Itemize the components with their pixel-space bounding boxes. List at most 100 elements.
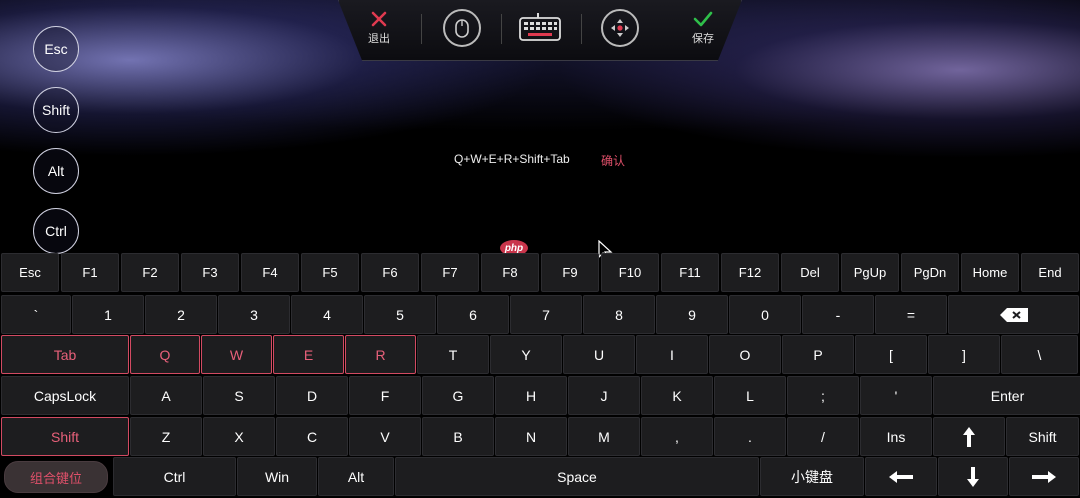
key-组合键位[interactable]: 组合键位	[4, 461, 108, 493]
key-l[interactable]: L	[714, 376, 786, 415]
key-win[interactable]: Win	[237, 457, 317, 496]
key-8[interactable]: 8	[583, 295, 655, 334]
key-f10[interactable]: F10	[601, 253, 659, 292]
key-f[interactable]: F	[349, 376, 421, 415]
exit-label: 退出	[368, 33, 390, 45]
key-3[interactable]: 3	[218, 295, 290, 334]
key-i[interactable]: I	[636, 335, 708, 374]
key-p[interactable]: P	[782, 335, 854, 374]
key-6[interactable]: 6	[437, 295, 509, 334]
key-capslock[interactable]: CapsLock	[1, 376, 129, 415]
key-v[interactable]: V	[349, 417, 421, 456]
key-space[interactable]: Space	[395, 457, 759, 496]
key-end[interactable]: End	[1021, 253, 1079, 292]
key-symbol[interactable]: \	[1001, 335, 1078, 374]
exit-button[interactable]: 退出	[357, 0, 401, 56]
divider	[421, 14, 422, 44]
backspace-key[interactable]	[948, 295, 1079, 334]
key-y[interactable]: Y	[490, 335, 562, 374]
key-j[interactable]: J	[568, 376, 640, 415]
key-pgdn[interactable]: PgDn	[901, 253, 959, 292]
key-x[interactable]: X	[203, 417, 275, 456]
key-f3[interactable]: F3	[181, 253, 239, 292]
key-f6[interactable]: F6	[361, 253, 419, 292]
key-m[interactable]: M	[568, 417, 640, 456]
side-key-alt[interactable]: Alt	[33, 148, 79, 194]
key-0[interactable]: 0	[729, 295, 801, 334]
key-f1[interactable]: F1	[61, 253, 119, 292]
key-u[interactable]: U	[563, 335, 635, 374]
key-symbol[interactable]: /	[787, 417, 859, 456]
key-shift[interactable]: Shift	[1006, 417, 1079, 456]
key-symbol[interactable]: '	[860, 376, 932, 415]
key-4[interactable]: 4	[291, 295, 363, 334]
key-c[interactable]: C	[276, 417, 348, 456]
key-n[interactable]: N	[495, 417, 567, 456]
mouse-icon	[443, 9, 481, 47]
key-symbol[interactable]: `	[1, 295, 71, 334]
top-toolbar: 退出 保存	[338, 0, 742, 61]
confirm-button[interactable]: 确认	[601, 152, 625, 169]
key-f11[interactable]: F11	[661, 253, 719, 292]
key-down-arrow[interactable]	[938, 457, 1008, 496]
key-shift[interactable]: Shift	[1, 417, 129, 456]
key-e[interactable]: E	[273, 335, 344, 374]
key-esc[interactable]: Esc	[1, 253, 59, 292]
key-f2[interactable]: F2	[121, 253, 179, 292]
key-a[interactable]: A	[130, 376, 202, 415]
key-1[interactable]: 1	[72, 295, 144, 334]
key-k[interactable]: K	[641, 376, 713, 415]
key-q[interactable]: Q	[130, 335, 200, 374]
checkmark-icon	[693, 11, 713, 27]
key-f7[interactable]: F7	[421, 253, 479, 292]
key-pgup[interactable]: PgUp	[841, 253, 899, 292]
key-right-arrow[interactable]	[1009, 457, 1079, 496]
key-s[interactable]: S	[203, 376, 275, 415]
key-t[interactable]: T	[417, 335, 489, 374]
key-symbol[interactable]: -	[802, 295, 874, 334]
key-enter[interactable]: Enter	[933, 376, 1080, 415]
key-d[interactable]: D	[276, 376, 348, 415]
key-ctrl[interactable]: Ctrl	[113, 457, 236, 496]
key-9[interactable]: 9	[656, 295, 728, 334]
key-symbol[interactable]: [	[855, 335, 927, 374]
direction-pad-button[interactable]	[597, 0, 643, 56]
key-w[interactable]: W	[201, 335, 272, 374]
key-g[interactable]: G	[422, 376, 494, 415]
key-小键盘[interactable]: 小键盘	[760, 457, 864, 496]
key-symbol[interactable]: ,	[641, 417, 713, 456]
backspace-icon	[999, 307, 1028, 322]
arrow-right-icon	[1032, 470, 1056, 483]
save-button[interactable]: 保存	[681, 0, 725, 56]
key-symbol[interactable]: ;	[787, 376, 859, 415]
key-r[interactable]: R	[345, 335, 416, 374]
key-alt[interactable]: Alt	[318, 457, 394, 496]
keyboard-mode-button[interactable]	[517, 0, 563, 56]
key-up-arrow[interactable]	[933, 417, 1005, 456]
key-f4[interactable]: F4	[241, 253, 299, 292]
key-symbol[interactable]: ]	[928, 335, 1000, 374]
key-f8[interactable]: F8	[481, 253, 539, 292]
key-f5[interactable]: F5	[301, 253, 359, 292]
side-key-ctrl[interactable]: Ctrl	[33, 208, 79, 254]
key-tab[interactable]: Tab	[1, 335, 129, 374]
side-key-shift[interactable]: Shift	[33, 87, 79, 133]
mouse-mode-button[interactable]	[439, 0, 485, 56]
side-key-esc[interactable]: Esc	[33, 26, 79, 72]
key-left-arrow[interactable]	[865, 457, 937, 496]
key-del[interactable]: Del	[781, 253, 839, 292]
arrow-up-icon	[963, 426, 975, 447]
key-f9[interactable]: F9	[541, 253, 599, 292]
key-7[interactable]: 7	[510, 295, 582, 334]
key-5[interactable]: 5	[364, 295, 436, 334]
key-h[interactable]: H	[495, 376, 567, 415]
key-o[interactable]: O	[709, 335, 781, 374]
key-f12[interactable]: F12	[721, 253, 779, 292]
key-symbol[interactable]: =	[875, 295, 947, 334]
key-z[interactable]: Z	[130, 417, 202, 456]
key-symbol[interactable]: .	[714, 417, 786, 456]
key-b[interactable]: B	[422, 417, 494, 456]
key-ins[interactable]: Ins	[860, 417, 932, 456]
key-2[interactable]: 2	[145, 295, 217, 334]
key-home[interactable]: Home	[961, 253, 1019, 292]
